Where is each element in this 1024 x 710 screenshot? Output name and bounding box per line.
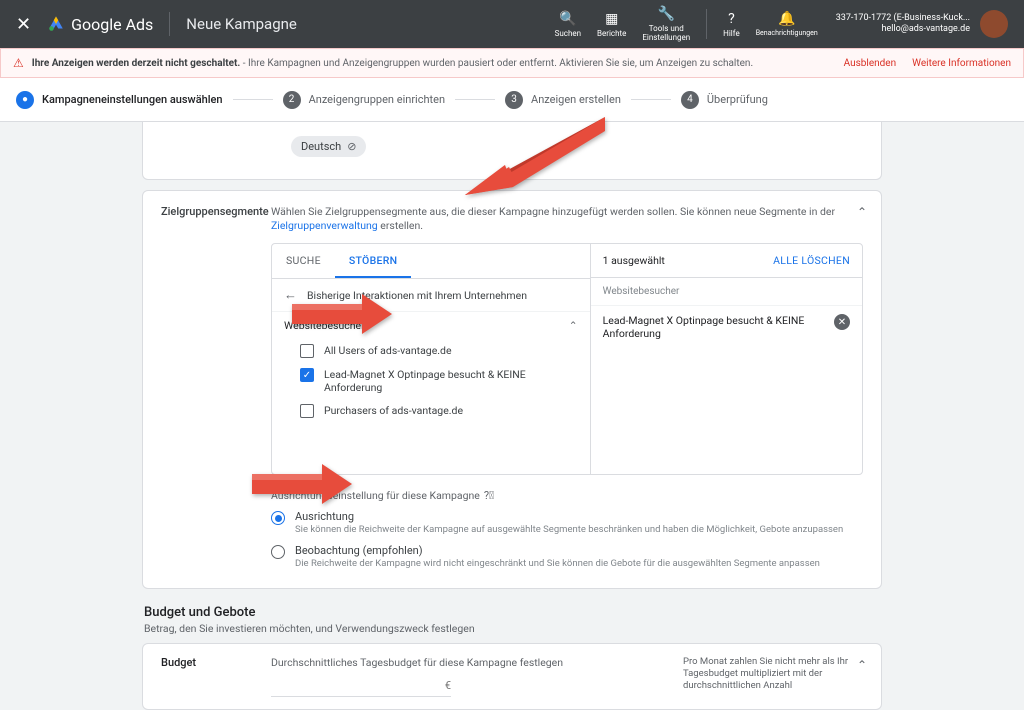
section-desc: Wählen Sie Zielgruppensegmente aus, die … — [271, 205, 863, 233]
topbar: ✕ Google Ads Neue Kampagne 🔍Suchen ▦Beri… — [0, 0, 1024, 48]
help-icon[interactable]: ?⃝ — [484, 489, 494, 502]
main: Deutsch ⊘ ⌃ Zielgruppensegmente Wählen S… — [0, 122, 1024, 657]
audience-segments-card: ⌃ Zielgruppensegmente Wählen Sie Zielgru… — [142, 190, 882, 589]
remove-icon[interactable]: ✕ — [834, 314, 850, 330]
picker-tabs: SUCHE STÖBERN — [272, 244, 590, 279]
language-card: Deutsch ⊘ — [142, 122, 882, 180]
selected-group-label: Websitebesucher — [591, 278, 862, 306]
bell-icon: 🔔 — [778, 11, 795, 27]
stepper: ●Kampagneneinstellungen auswählen 2Anzei… — [0, 78, 1024, 122]
picker-selected-panel: 1 ausgewählt ALLE LÖSCHEN Websitebesuche… — [591, 244, 862, 474]
product-name: Google Ads — [71, 15, 153, 34]
alert-bar: ⚠ Ihre Anzeigen werden derzeit nicht ges… — [0, 48, 1024, 78]
segment-option-purchasers[interactable]: Purchasers of ads-vantage.de — [272, 399, 590, 423]
picker-browse-panel: SUCHE STÖBERN ← Bisherige Interaktionen … — [272, 244, 591, 474]
targeting-setting-label: Ausrichtungseinstellung für diese Kampag… — [271, 489, 863, 502]
radio-observation[interactable]: Beobachtung (empfohlen) Die Reichweite d… — [271, 544, 863, 570]
budget-card: ⌃ Budget Durchschnittliches Tagesbudget … — [142, 643, 882, 710]
alert-text: Ihre Anzeigen werden derzeit nicht gesch… — [32, 58, 753, 69]
radio-targeting[interactable]: Ausrichtung Sie können die Reichweite de… — [271, 510, 863, 536]
divider — [706, 9, 707, 39]
step-2[interactable]: 2Anzeigengruppen einrichten — [283, 91, 445, 109]
step-1[interactable]: ●Kampagneneinstellungen auswählen — [16, 91, 223, 109]
notifications-tool[interactable]: 🔔Benachrichtigungen — [756, 11, 818, 37]
audience-mgr-link[interactable]: Zielgruppenverwaltung — [271, 219, 378, 232]
tab-browse[interactable]: STÖBERN — [335, 244, 412, 278]
help-tool[interactable]: ?Hilfe — [723, 11, 740, 38]
chevron-up-icon: ⌃ — [569, 319, 578, 332]
step-3[interactable]: 3Anzeigen erstellen — [505, 91, 621, 109]
account-info[interactable]: 337-170-1772 (E-Business-Kuck... hello@a… — [836, 13, 970, 35]
reports-icon: ▦ — [605, 11, 618, 27]
warning-icon: ⚠ — [13, 56, 24, 70]
divider — [169, 12, 170, 36]
segment-picker: SUCHE STÖBERN ← Bisherige Interaktionen … — [271, 243, 863, 475]
breadcrumb: ← Bisherige Interaktionen mit Ihrem Unte… — [272, 279, 590, 312]
search-icon: 🔍 — [559, 11, 576, 27]
collapse-icon[interactable]: ⌃ — [857, 658, 867, 672]
radio[interactable] — [271, 545, 285, 559]
help-icon: ? — [728, 11, 735, 27]
budget-hint: Pro Monat zahlen Sie nicht mehr als Ihr … — [683, 656, 863, 697]
budget-input[interactable] — [271, 675, 451, 697]
alert-more[interactable]: Weitere Informationen — [912, 58, 1011, 69]
selected-count: 1 ausgewählt — [603, 254, 665, 267]
tab-search[interactable]: SUCHE — [272, 244, 335, 278]
remove-chip-icon[interactable]: ⊘ — [347, 140, 356, 153]
language-chip[interactable]: Deutsch ⊘ — [291, 136, 366, 157]
wrench-icon: 🔧 — [658, 6, 675, 22]
section-title: Zielgruppensegmente — [161, 205, 271, 570]
selected-item: Lead-Magnet X Optinpage besucht & KEINE … — [591, 306, 862, 348]
budget-sub: Durchschnittliches Tagesbudget für diese… — [271, 656, 683, 669]
logo[interactable]: Google Ads — [47, 15, 153, 34]
checkbox[interactable] — [300, 404, 314, 418]
step-4[interactable]: 4Überprüfung — [681, 91, 768, 109]
close-icon[interactable]: ✕ — [16, 14, 31, 35]
collapse-icon[interactable]: ⌃ — [857, 205, 867, 219]
checkbox-checked[interactable] — [300, 368, 314, 382]
search-tool[interactable]: 🔍Suchen — [555, 11, 581, 38]
tools-tool[interactable]: 🔧Tools und Einstellungen — [642, 6, 690, 42]
segment-option-lead-magnet[interactable]: Lead-Magnet X Optinpage besucht & KEINE … — [272, 363, 590, 399]
budget-section-head: Budget und Gebote Betrag, den Sie invest… — [142, 605, 882, 635]
alert-hide[interactable]: Ausblenden — [844, 58, 896, 69]
radio-checked[interactable] — [271, 511, 285, 525]
clear-all-button[interactable]: ALLE LÖSCHEN — [773, 254, 850, 267]
page-title: Neue Kampagne — [186, 15, 297, 33]
segment-option-all-users[interactable]: All Users of ads-vantage.de — [272, 339, 590, 363]
group-website-visitors[interactable]: Websitebesucher ⌃ — [272, 312, 590, 339]
back-icon[interactable]: ← — [284, 287, 297, 303]
reports-tool[interactable]: ▦Berichte — [597, 11, 626, 38]
checkbox[interactable] — [300, 344, 314, 358]
avatar[interactable] — [980, 10, 1008, 38]
budget-title: Budget — [161, 656, 271, 697]
